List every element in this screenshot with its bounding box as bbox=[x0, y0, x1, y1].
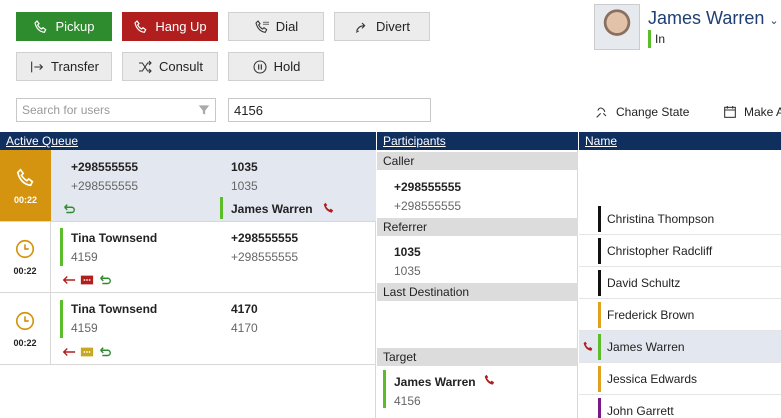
user-state: In bbox=[648, 30, 665, 48]
search-users-input[interactable]: Search for users bbox=[16, 98, 216, 122]
avatar bbox=[594, 4, 640, 50]
user-row[interactable]: Frederick Brown bbox=[579, 299, 781, 331]
return-icon[interactable] bbox=[98, 274, 112, 286]
transfer-icon bbox=[31, 61, 44, 72]
phone-icon bbox=[34, 19, 47, 33]
pickup-button[interactable]: Pickup bbox=[16, 12, 112, 41]
arrow-left-icon[interactable] bbox=[62, 274, 76, 286]
queue-row-status: 00:22 bbox=[0, 293, 51, 364]
divert-button[interactable]: Divert bbox=[334, 12, 430, 41]
return-icon[interactable] bbox=[62, 203, 76, 215]
active-queue: 00:22 +298555555 +298555555 1035 1035 Ja… bbox=[0, 150, 376, 418]
number-input[interactable]: 4156 bbox=[228, 98, 431, 122]
user-row[interactable]: James Warren bbox=[579, 331, 781, 363]
hang-up-icon bbox=[134, 19, 147, 33]
message-icon[interactable] bbox=[80, 346, 94, 358]
make-button[interactable]: Make A bbox=[722, 104, 781, 120]
dial-icon bbox=[255, 19, 269, 33]
return-icon[interactable] bbox=[98, 346, 112, 358]
chevron-down-icon: ⌄ bbox=[769, 15, 779, 27]
change-state-button[interactable]: Change State bbox=[594, 104, 689, 120]
participants-header: Participants bbox=[377, 132, 578, 150]
name-column-header[interactable]: Name bbox=[579, 132, 781, 150]
calendar-icon bbox=[724, 106, 736, 118]
consult-button[interactable]: Consult bbox=[122, 52, 218, 81]
user-name[interactable]: James Warren ⌄ bbox=[648, 8, 779, 29]
user-row[interactable]: Christina Thompson bbox=[579, 203, 781, 235]
dial-button[interactable]: Dial bbox=[228, 12, 324, 41]
clock-icon bbox=[15, 239, 35, 259]
referrer-section-label: Referrer bbox=[377, 218, 578, 236]
queue-row[interactable]: 00:22 Tina Townsend 4159 +298555555 +298… bbox=[0, 222, 376, 293]
hang-up-icon[interactable] bbox=[483, 373, 497, 387]
target-section-label: Target bbox=[377, 348, 578, 366]
hang-up-icon[interactable] bbox=[322, 201, 336, 215]
active-queue-header: Active Queue bbox=[0, 132, 376, 150]
phone-icon bbox=[16, 167, 33, 186]
queue-row-status: 00:22 bbox=[0, 150, 51, 221]
queue-row[interactable]: 00:22 Tina Townsend 4159 4170 4170 bbox=[0, 293, 376, 365]
user-list: Christina Thompson Christopher Radcliff … bbox=[579, 150, 781, 418]
pause-icon bbox=[253, 59, 267, 74]
hang-up-button[interactable]: Hang Up bbox=[122, 12, 218, 41]
user-row[interactable]: David Schultz bbox=[579, 267, 781, 299]
message-icon[interactable] bbox=[80, 274, 94, 286]
phone-icon bbox=[583, 341, 593, 351]
last-destination-section-label: Last Destination bbox=[377, 283, 578, 301]
consult-icon bbox=[138, 60, 152, 73]
hold-button[interactable]: Hold bbox=[228, 52, 324, 81]
user-row[interactable]: John Garrett bbox=[579, 395, 781, 418]
caller-section-label: Caller bbox=[377, 152, 578, 170]
user-row[interactable]: Jessica Edwards bbox=[579, 363, 781, 395]
user-row[interactable]: Christopher Radcliff bbox=[579, 235, 781, 267]
divert-icon bbox=[355, 22, 366, 33]
filter-icon[interactable] bbox=[197, 103, 211, 117]
change-state-icon bbox=[596, 107, 607, 118]
transfer-button[interactable]: Transfer bbox=[16, 52, 112, 81]
participants-panel: Caller +298555555 +298555555 Referrer 10… bbox=[377, 150, 578, 418]
queue-row-status: 00:22 bbox=[0, 222, 51, 292]
clock-icon bbox=[15, 311, 35, 330]
arrow-left-icon[interactable] bbox=[62, 346, 76, 358]
queue-row[interactable]: 00:22 +298555555 +298555555 1035 1035 Ja… bbox=[0, 150, 376, 222]
